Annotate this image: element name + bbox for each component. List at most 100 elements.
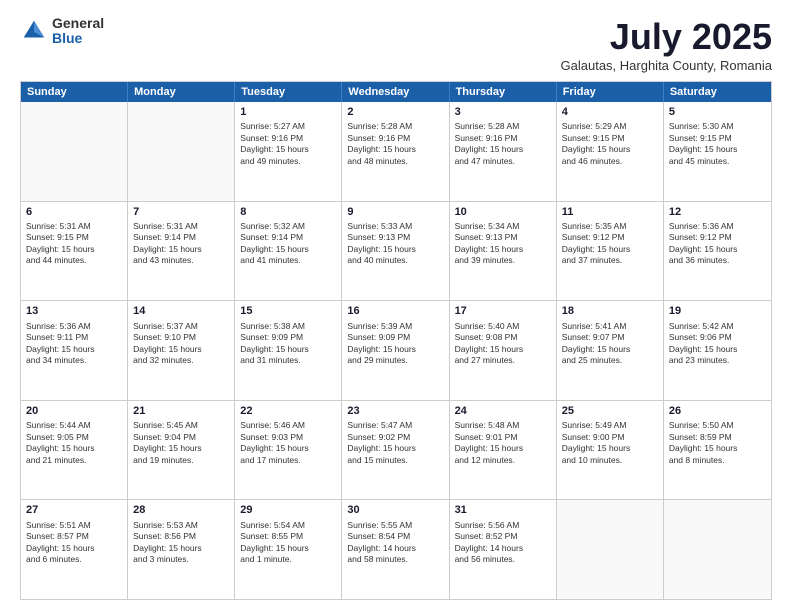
cell-info: Sunset: 8:52 PM [455, 531, 551, 542]
cell-info: Daylight: 14 hours [347, 543, 443, 554]
cell-info: Sunset: 9:12 PM [562, 232, 658, 243]
cell-info: Daylight: 15 hours [347, 344, 443, 355]
cell-info: Sunset: 9:16 PM [347, 133, 443, 144]
day-number: 20 [26, 404, 122, 419]
day-number: 10 [455, 205, 551, 220]
calendar-cell: 16Sunrise: 5:39 AMSunset: 9:09 PMDayligh… [342, 301, 449, 400]
cell-info: and 39 minutes. [455, 255, 551, 266]
calendar-cell: 10Sunrise: 5:34 AMSunset: 9:13 PMDayligh… [450, 202, 557, 301]
cell-info: Sunrise: 5:48 AM [455, 420, 551, 431]
cell-info: Sunrise: 5:31 AM [133, 221, 229, 232]
cell-info: Sunrise: 5:49 AM [562, 420, 658, 431]
calendar-cell: 22Sunrise: 5:46 AMSunset: 9:03 PMDayligh… [235, 401, 342, 500]
calendar-cell [557, 500, 664, 599]
day-number: 1 [240, 105, 336, 120]
cell-info: Sunset: 9:06 PM [669, 332, 766, 343]
calendar-cell: 31Sunrise: 5:56 AMSunset: 8:52 PMDayligh… [450, 500, 557, 599]
cell-info: and 6 minutes. [26, 554, 122, 565]
header-day-friday: Friday [557, 82, 664, 102]
cell-info: and 44 minutes. [26, 255, 122, 266]
cell-info: Sunrise: 5:28 AM [347, 121, 443, 132]
calendar-cell: 3Sunrise: 5:28 AMSunset: 9:16 PMDaylight… [450, 102, 557, 201]
cell-info: Sunset: 9:13 PM [455, 232, 551, 243]
cell-info: Sunset: 9:11 PM [26, 332, 122, 343]
calendar-row-0: 1Sunrise: 5:27 AMSunset: 9:16 PMDaylight… [21, 102, 771, 201]
cell-info: Sunset: 9:05 PM [26, 432, 122, 443]
cell-info: Sunrise: 5:35 AM [562, 221, 658, 232]
cell-info: Sunrise: 5:36 AM [26, 321, 122, 332]
cell-info: and 47 minutes. [455, 156, 551, 167]
cell-info: and 12 minutes. [455, 455, 551, 466]
day-number: 22 [240, 404, 336, 419]
cell-info: Daylight: 15 hours [26, 443, 122, 454]
calendar-cell: 14Sunrise: 5:37 AMSunset: 9:10 PMDayligh… [128, 301, 235, 400]
day-number: 23 [347, 404, 443, 419]
calendar-cell: 12Sunrise: 5:36 AMSunset: 9:12 PMDayligh… [664, 202, 771, 301]
logo-icon [20, 17, 48, 45]
day-number: 16 [347, 304, 443, 319]
cell-info: Sunrise: 5:31 AM [26, 221, 122, 232]
cell-info: Sunrise: 5:38 AM [240, 321, 336, 332]
cell-info: and 31 minutes. [240, 355, 336, 366]
cell-info: Sunset: 8:56 PM [133, 531, 229, 542]
cell-info: and 49 minutes. [240, 156, 336, 167]
day-number: 19 [669, 304, 766, 319]
cell-info: Sunset: 9:08 PM [455, 332, 551, 343]
day-number: 24 [455, 404, 551, 419]
calendar-cell: 26Sunrise: 5:50 AMSunset: 8:59 PMDayligh… [664, 401, 771, 500]
cell-info: Sunrise: 5:41 AM [562, 321, 658, 332]
calendar-cell [128, 102, 235, 201]
day-number: 9 [347, 205, 443, 220]
calendar-row-1: 6Sunrise: 5:31 AMSunset: 9:15 PMDaylight… [21, 201, 771, 301]
calendar-cell: 25Sunrise: 5:49 AMSunset: 9:00 PMDayligh… [557, 401, 664, 500]
cell-info: Daylight: 15 hours [133, 443, 229, 454]
cell-info: Daylight: 15 hours [455, 443, 551, 454]
calendar-cell: 24Sunrise: 5:48 AMSunset: 9:01 PMDayligh… [450, 401, 557, 500]
calendar: SundayMondayTuesdayWednesdayThursdayFrid… [20, 81, 772, 600]
title-block: July 2025 Galautas, Harghita County, Rom… [561, 16, 772, 73]
cell-info: and 25 minutes. [562, 355, 658, 366]
cell-info: Daylight: 15 hours [669, 244, 766, 255]
page: General Blue July 2025 Galautas, Harghit… [0, 0, 792, 612]
cell-info: Daylight: 15 hours [562, 144, 658, 155]
cell-info: Sunset: 9:14 PM [133, 232, 229, 243]
calendar-cell [664, 500, 771, 599]
cell-info: Sunrise: 5:28 AM [455, 121, 551, 132]
header-day-sunday: Sunday [21, 82, 128, 102]
cell-info: and 58 minutes. [347, 554, 443, 565]
day-number: 3 [455, 105, 551, 120]
day-number: 15 [240, 304, 336, 319]
cell-info: Sunset: 9:16 PM [455, 133, 551, 144]
cell-info: and 36 minutes. [669, 255, 766, 266]
cell-info: and 40 minutes. [347, 255, 443, 266]
cell-info: Sunrise: 5:37 AM [133, 321, 229, 332]
cell-info: and 23 minutes. [669, 355, 766, 366]
month-title: July 2025 [561, 16, 772, 58]
cell-info: and 43 minutes. [133, 255, 229, 266]
cell-info: Sunrise: 5:50 AM [669, 420, 766, 431]
header-day-wednesday: Wednesday [342, 82, 449, 102]
calendar-cell: 18Sunrise: 5:41 AMSunset: 9:07 PMDayligh… [557, 301, 664, 400]
cell-info: Sunrise: 5:29 AM [562, 121, 658, 132]
cell-info: Daylight: 14 hours [455, 543, 551, 554]
header-day-monday: Monday [128, 82, 235, 102]
day-number: 21 [133, 404, 229, 419]
calendar-cell: 13Sunrise: 5:36 AMSunset: 9:11 PMDayligh… [21, 301, 128, 400]
calendar-cell: 29Sunrise: 5:54 AMSunset: 8:55 PMDayligh… [235, 500, 342, 599]
cell-info: and 34 minutes. [26, 355, 122, 366]
day-number: 6 [26, 205, 122, 220]
calendar-cell: 17Sunrise: 5:40 AMSunset: 9:08 PMDayligh… [450, 301, 557, 400]
day-number: 17 [455, 304, 551, 319]
calendar-cell: 15Sunrise: 5:38 AMSunset: 9:09 PMDayligh… [235, 301, 342, 400]
cell-info: Sunrise: 5:45 AM [133, 420, 229, 431]
cell-info: and 15 minutes. [347, 455, 443, 466]
cell-info: Daylight: 15 hours [26, 543, 122, 554]
cell-info: Daylight: 15 hours [455, 144, 551, 155]
header-day-thursday: Thursday [450, 82, 557, 102]
cell-info: and 45 minutes. [669, 156, 766, 167]
day-number: 30 [347, 503, 443, 518]
cell-info: Sunset: 9:04 PM [133, 432, 229, 443]
cell-info: Sunrise: 5:51 AM [26, 520, 122, 531]
cell-info: Sunrise: 5:27 AM [240, 121, 336, 132]
logo-general: General [52, 16, 104, 31]
